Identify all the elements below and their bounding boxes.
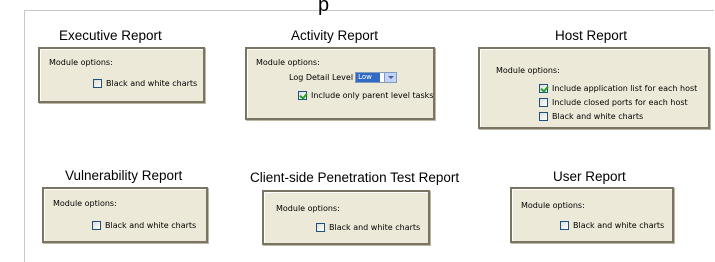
page-heading-fragment: p <box>318 0 330 16</box>
checkbox[interactable] <box>316 223 325 232</box>
user-bw-charts-option[interactable]: Black and white charts <box>560 221 664 230</box>
activity-report-title: Activity Report <box>291 28 379 43</box>
module-options-label: Module options: <box>521 201 585 210</box>
module-options-label: Module options: <box>53 199 117 208</box>
executive-bw-charts-option[interactable]: Black and white charts <box>93 79 197 88</box>
module-options-label: Module options: <box>496 66 560 75</box>
log-detail-level-select[interactable]: Low <box>355 72 398 83</box>
executive-report-title: Executive Report <box>59 28 162 43</box>
module-options-label: Module options: <box>49 58 113 67</box>
checkbox[interactable] <box>93 79 102 88</box>
client-side-bw-charts-option[interactable]: Black and white charts <box>316 223 420 232</box>
checkbox[interactable] <box>92 221 101 230</box>
application-list-option[interactable]: Include application list for each host <box>539 84 697 93</box>
client-side-pentest-report-panel: Module options: Black and white charts <box>262 190 430 245</box>
option-label: Include closed ports for each host <box>552 98 688 107</box>
checkbox[interactable] <box>539 112 548 121</box>
module-options-label: Module options: <box>256 58 320 67</box>
option-label: Black and white charts <box>106 79 198 88</box>
user-report-panel: Module options: Black and white charts <box>510 187 674 243</box>
option-label: Black and white charts <box>105 221 197 230</box>
checkbox[interactable] <box>298 91 307 100</box>
log-detail-level-label: Log Detail Level <box>289 73 354 82</box>
executive-report-panel: Module options: Black and white charts <box>38 47 205 103</box>
activity-report-panel: Module options: Log Detail Level Low Inc… <box>245 47 435 120</box>
option-label: Black and white charts <box>552 112 644 121</box>
host-report-panel: Module options: Include application list… <box>478 47 710 129</box>
user-report-title: User Report <box>553 169 626 184</box>
log-detail-level-value: Low <box>356 73 381 82</box>
option-label: Black and white charts <box>329 223 421 232</box>
closed-ports-option[interactable]: Include closed ports for each host <box>539 98 688 107</box>
checkbox[interactable] <box>560 221 569 230</box>
vulnerability-bw-charts-option[interactable]: Black and white charts <box>92 221 196 230</box>
vulnerability-report-panel: Module options: Black and white charts <box>42 187 208 243</box>
checkbox[interactable] <box>539 98 548 107</box>
host-report-title: Host Report <box>555 28 628 43</box>
option-label: Include application list for each host <box>552 84 698 93</box>
checkbox[interactable] <box>539 84 548 93</box>
client-side-pentest-report-title: Client-side Penetration Test Report <box>250 170 460 185</box>
module-options-label: Module options: <box>276 204 340 213</box>
option-label: Include only parent level tasks <box>311 91 434 100</box>
vulnerability-report-title: Vulnerability Report <box>65 168 183 183</box>
chevron-down-icon[interactable] <box>384 73 397 82</box>
parent-level-tasks-option[interactable]: Include only parent level tasks <box>298 91 433 100</box>
log-detail-level-row: Log Detail Level Low <box>289 72 398 83</box>
host-bw-charts-option[interactable]: Black and white charts <box>539 112 643 121</box>
option-label: Black and white charts <box>573 221 665 230</box>
